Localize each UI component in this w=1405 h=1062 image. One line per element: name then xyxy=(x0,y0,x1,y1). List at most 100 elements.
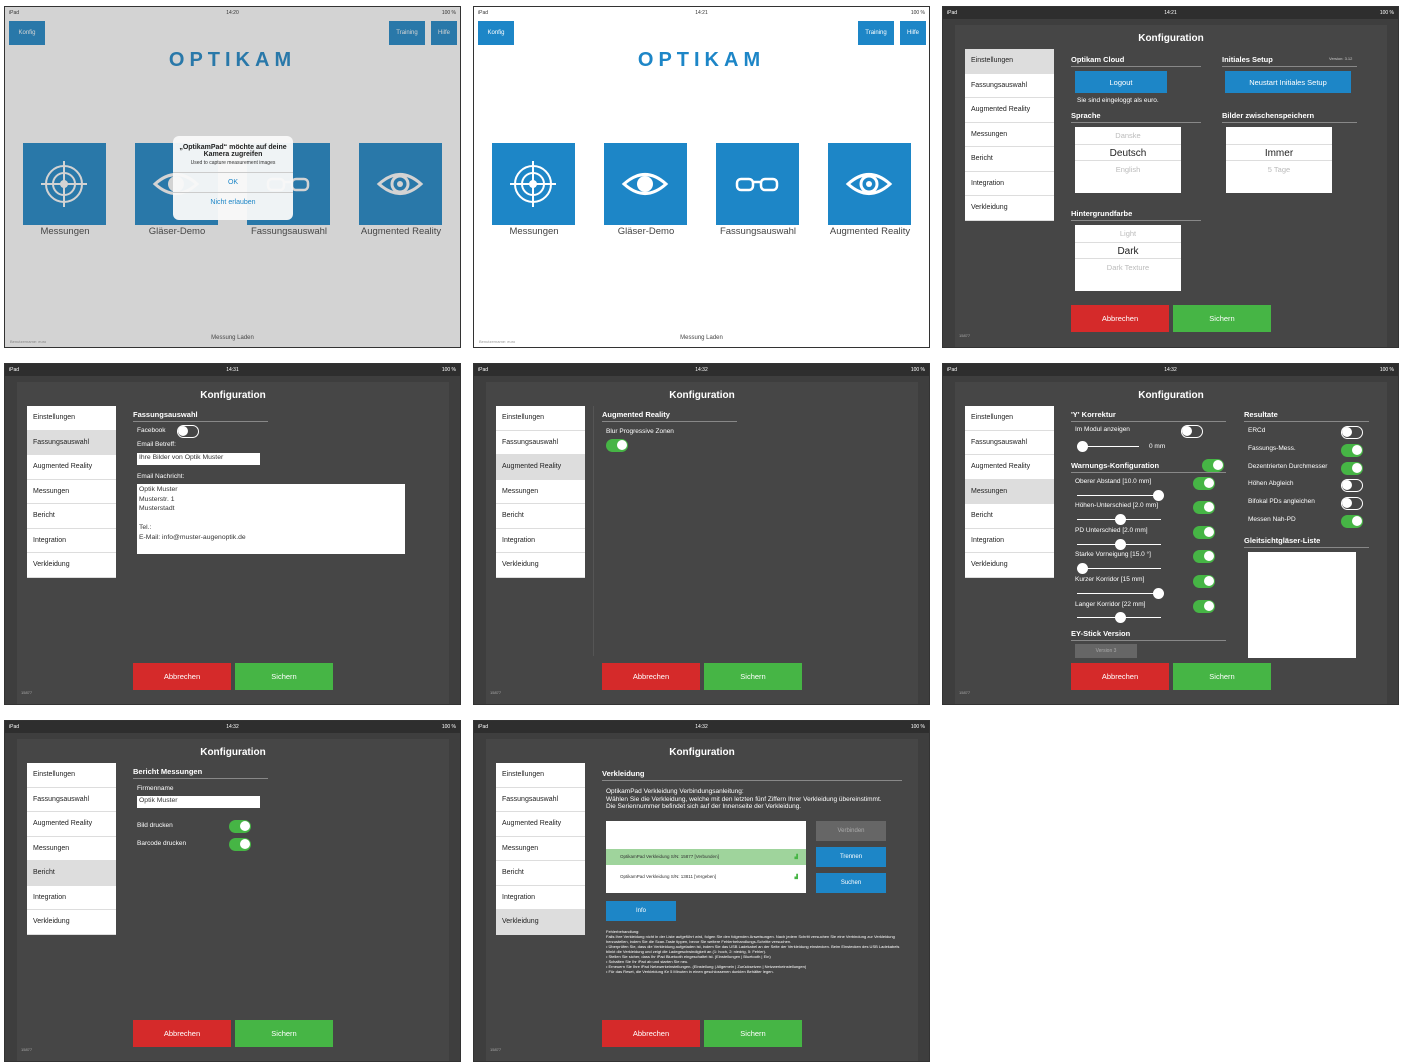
email-subject-input[interactable]: Ihre Bilder von Optik Muster xyxy=(137,453,260,465)
menu-item-augmented-reality[interactable]: Augmented Reality xyxy=(496,455,585,480)
menu-item-verkleidung[interactable]: Verkleidung xyxy=(496,910,585,935)
result-toggle[interactable] xyxy=(1341,479,1363,492)
menu-item-augmented-reality[interactable]: Augmented Reality xyxy=(965,455,1054,480)
abbrechen-button[interactable]: Abbrechen xyxy=(602,663,700,690)
trennen-button[interactable]: Trennen xyxy=(816,847,886,867)
menu-item-integration[interactable]: Integration xyxy=(27,886,116,910)
warn-slider[interactable] xyxy=(1077,539,1161,550)
menu-item-messungen[interactable]: Messungen xyxy=(496,837,585,861)
menu-item-augmented-reality[interactable]: Augmented Reality xyxy=(27,455,116,480)
warnungs-toggle[interactable] xyxy=(1202,459,1224,472)
warn-toggle[interactable] xyxy=(1193,550,1215,563)
menu-item-fassungsauswahl[interactable]: Fassungsauswahl xyxy=(27,788,116,812)
messung-laden-link[interactable]: Messung Laden xyxy=(474,335,929,341)
tile-glaeser-demo[interactable] xyxy=(604,143,687,225)
menu-item-verkleidung[interactable]: Verkleidung xyxy=(965,196,1054,221)
abbrechen-button[interactable]: Abbrechen xyxy=(1071,305,1169,332)
warn-slider[interactable] xyxy=(1077,490,1164,501)
sichern-button[interactable]: Sichern xyxy=(704,1020,802,1047)
menu-item-bericht[interactable]: Bericht xyxy=(965,504,1054,529)
menu-item-integration[interactable]: Integration xyxy=(965,172,1054,196)
tile-fassungsauswahl[interactable] xyxy=(716,143,799,225)
menu-item-bericht[interactable]: Bericht xyxy=(965,147,1054,172)
menu-item-einstellungen[interactable]: Einstellungen xyxy=(496,763,585,788)
menu-item-integration[interactable]: Integration xyxy=(496,529,585,553)
menu-item-einstellungen[interactable]: Einstellungen xyxy=(965,49,1054,74)
menu-item-verkleidung[interactable]: Verkleidung xyxy=(496,553,585,578)
warn-toggle[interactable] xyxy=(1193,501,1215,514)
konfig-button[interactable]: Konfig xyxy=(478,21,514,45)
hilfe-button[interactable]: Hilfe xyxy=(900,21,926,45)
warn-slider[interactable] xyxy=(1077,588,1164,599)
menu-item-integration[interactable]: Integration xyxy=(496,886,585,910)
result-toggle[interactable] xyxy=(1341,444,1363,457)
menu-item-fassungsauswahl[interactable]: Fassungsauswahl xyxy=(496,431,585,455)
suchen-button[interactable]: Suchen xyxy=(816,873,886,893)
alert-ok-button[interactable]: OK xyxy=(173,172,293,192)
menu-item-einstellungen[interactable]: Einstellungen xyxy=(27,406,116,431)
menu-item-messungen[interactable]: Messungen xyxy=(965,123,1054,147)
result-toggle[interactable] xyxy=(1341,515,1363,528)
sichern-button[interactable]: Sichern xyxy=(704,663,802,690)
warn-slider[interactable] xyxy=(1077,514,1161,525)
menu-item-messungen[interactable]: Messungen xyxy=(496,480,585,504)
menu-item-messungen[interactable]: Messungen xyxy=(965,479,1054,504)
training-button[interactable]: Training xyxy=(858,21,894,45)
sichern-button[interactable]: Sichern xyxy=(1173,663,1271,690)
restart-setup-button[interactable]: Neustart Initiales Setup xyxy=(1225,71,1351,93)
menu-item-augmented-reality[interactable]: Augmented Reality xyxy=(965,98,1054,123)
firmenname-input[interactable]: Optik Muster xyxy=(137,796,260,808)
sichern-button[interactable]: Sichern xyxy=(235,1020,333,1047)
abbrechen-button[interactable]: Abbrechen xyxy=(1071,663,1169,690)
warn-toggle[interactable] xyxy=(1193,477,1215,490)
facebook-toggle[interactable] xyxy=(177,425,199,438)
warn-toggle[interactable] xyxy=(1193,526,1215,539)
menu-item-integration[interactable]: Integration xyxy=(965,529,1054,553)
menu-item-fassungsauswahl[interactable]: Fassungsauswahl xyxy=(965,74,1054,98)
menu-item-bericht[interactable]: Bericht xyxy=(496,504,585,529)
warn-slider[interactable] xyxy=(1077,563,1161,574)
warn-toggle[interactable] xyxy=(1193,600,1215,613)
cache-picker[interactable]: Immer 5 Tage xyxy=(1226,127,1332,193)
menu-item-augmented-reality[interactable]: Augmented Reality xyxy=(496,812,585,837)
result-toggle[interactable] xyxy=(1341,497,1363,510)
menu-item-einstellungen[interactable]: Einstellungen xyxy=(27,763,116,788)
ey-stick-version-button[interactable]: Version 3 xyxy=(1075,644,1137,658)
menu-item-fassungsauswahl[interactable]: Fassungsauswahl xyxy=(27,430,116,455)
language-picker[interactable]: Danske Deutsch English xyxy=(1075,127,1181,193)
device-row-taken[interactable]: OptikamPad Verkleidung S/N: 13811 [Verge… xyxy=(606,869,806,885)
warn-slider[interactable] xyxy=(1077,612,1161,623)
barcode-drucken-toggle[interactable] xyxy=(229,838,251,851)
result-toggle[interactable] xyxy=(1341,426,1363,439)
menu-item-integration[interactable]: Integration xyxy=(27,529,116,553)
menu-item-bericht[interactable]: Bericht xyxy=(496,861,585,886)
info-button[interactable]: Info xyxy=(606,901,676,921)
sichern-button[interactable]: Sichern xyxy=(1173,305,1271,332)
menu-item-augmented-reality[interactable]: Augmented Reality xyxy=(27,812,116,837)
im-modul-toggle[interactable] xyxy=(1181,425,1203,438)
background-picker[interactable]: Light Dark Dark Texture xyxy=(1075,225,1181,291)
menu-item-fassungsauswahl[interactable]: Fassungsauswahl xyxy=(496,788,585,812)
menu-item-verkleidung[interactable]: Verkleidung xyxy=(27,553,116,578)
gleitsicht-list[interactable] xyxy=(1248,552,1356,658)
abbrechen-button[interactable]: Abbrechen xyxy=(602,1020,700,1047)
menu-item-messungen[interactable]: Messungen xyxy=(27,480,116,504)
blur-toggle[interactable] xyxy=(606,439,628,452)
menu-item-bericht[interactable]: Bericht xyxy=(27,861,116,886)
menu-item-messungen[interactable]: Messungen xyxy=(27,837,116,861)
device-row-connected[interactable]: OptikamPad Verkleidung S/N: 15877 [Verbu… xyxy=(606,849,806,865)
tile-messungen[interactable] xyxy=(492,143,575,225)
warn-toggle[interactable] xyxy=(1193,575,1215,588)
y-korrektur-slider[interactable] xyxy=(1077,441,1139,452)
tile-augmented-reality[interactable] xyxy=(828,143,911,225)
alert-deny-button[interactable]: Nicht erlauben xyxy=(173,192,293,212)
abbrechen-button[interactable]: Abbrechen xyxy=(133,663,231,690)
abbrechen-button[interactable]: Abbrechen xyxy=(133,1020,231,1047)
menu-item-einstellungen[interactable]: Einstellungen xyxy=(496,406,585,431)
sichern-button[interactable]: Sichern xyxy=(235,663,333,690)
verbinden-button[interactable]: Verbinden xyxy=(816,821,886,841)
menu-item-einstellungen[interactable]: Einstellungen xyxy=(965,406,1054,431)
result-toggle[interactable] xyxy=(1341,462,1363,475)
menu-item-bericht[interactable]: Bericht xyxy=(27,504,116,529)
menu-item-verkleidung[interactable]: Verkleidung xyxy=(27,910,116,935)
